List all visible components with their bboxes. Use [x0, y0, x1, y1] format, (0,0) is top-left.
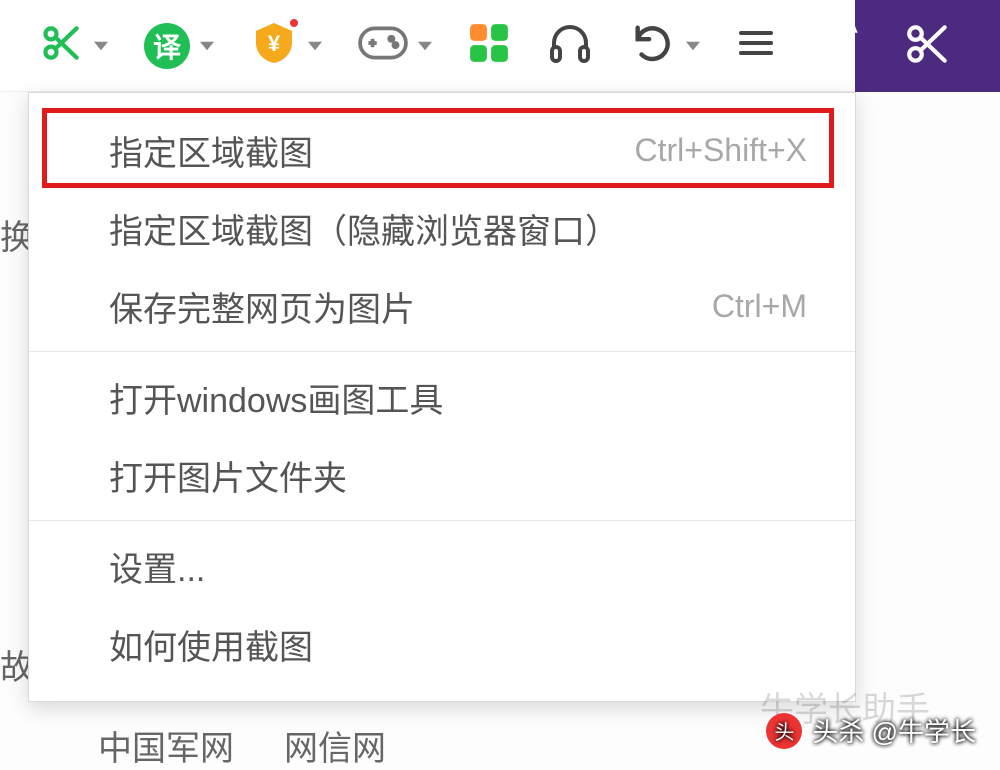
menu-item-open-paint[interactable]: 打开windows画图工具	[29, 358, 855, 436]
background-link[interactable]: 中国军网	[98, 721, 234, 770]
headphones-icon	[546, 19, 594, 72]
background-link[interactable]: 网信网	[284, 721, 386, 770]
menu-item-label: 设置...	[109, 542, 205, 591]
hamburger-icon	[736, 23, 776, 68]
translate-icon: 译	[144, 23, 190, 69]
menu-separator	[29, 351, 855, 352]
menu-item-capture-region[interactable]: 指定区域截图 Ctrl+Shift+X	[29, 111, 855, 189]
undo-tool-button[interactable]	[630, 20, 700, 71]
watermark-prefix: 头杀	[812, 712, 864, 749]
partial-letter: A	[827, 0, 858, 44]
menu-item-settings[interactable]: 设置...	[29, 527, 855, 605]
menu-item-open-folder[interactable]: 打开图片文件夹	[29, 436, 855, 514]
adjacent-window-fragment: A	[855, 0, 1000, 92]
menu-tool-button[interactable]	[736, 23, 776, 68]
translate-tool-button[interactable]: 译	[144, 23, 214, 69]
wallet-tool-button[interactable]: ¥	[250, 19, 322, 72]
chevron-down-icon	[308, 39, 322, 53]
menu-item-label: 打开图片文件夹	[109, 451, 347, 500]
menu-separator	[29, 520, 855, 521]
menu-item-label: 指定区域截图（隐藏浏览器窗口）	[109, 204, 619, 253]
chevron-down-icon	[686, 39, 700, 53]
screenshot-tool-button[interactable]	[40, 21, 108, 70]
menu-item-shortcut: Ctrl+M	[712, 288, 807, 325]
menu-item-label: 如何使用截图	[109, 620, 313, 669]
menu-item-label: 打开windows画图工具	[109, 373, 443, 422]
browser-toolbar: 译 ¥	[0, 0, 1000, 92]
author-watermark: 头 头杀 @牛学长	[766, 712, 976, 749]
menu-item-help[interactable]: 如何使用截图	[29, 605, 855, 683]
scissors-icon	[40, 21, 84, 70]
watermark-author: @牛学长	[872, 712, 976, 749]
menu-item-label: 保存完整网页为图片	[109, 282, 415, 331]
menu-item-save-fullpage[interactable]: 保存完整网页为图片 Ctrl+M	[29, 267, 855, 345]
audio-tool-button[interactable]	[546, 19, 594, 72]
watermark-badge-icon: 头	[766, 713, 802, 749]
chevron-down-icon	[200, 39, 214, 53]
menu-item-shortcut: Ctrl+Shift+X	[634, 132, 807, 169]
wallet-icon: ¥	[250, 19, 298, 72]
chevron-down-icon	[418, 39, 432, 53]
undo-icon	[630, 20, 676, 71]
grid-apps-icon	[468, 22, 510, 69]
svg-text:¥: ¥	[268, 31, 281, 56]
scissors-icon	[903, 19, 953, 74]
screenshot-dropdown-menu: 指定区域截图 Ctrl+Shift+X 指定区域截图（隐藏浏览器窗口） 保存完整…	[28, 92, 856, 702]
menu-item-capture-region-hidden[interactable]: 指定区域截图（隐藏浏览器窗口）	[29, 189, 855, 267]
chevron-down-icon	[94, 39, 108, 53]
gamepad-icon	[358, 23, 408, 68]
menu-item-label: 指定区域截图	[109, 126, 313, 175]
game-tool-button[interactable]	[358, 23, 432, 68]
apps-tool-button[interactable]	[468, 22, 510, 69]
